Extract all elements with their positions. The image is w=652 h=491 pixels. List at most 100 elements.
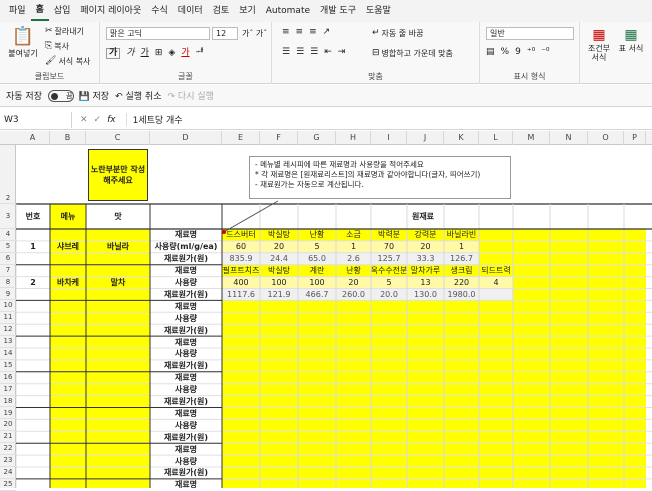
outdent-icon[interactable]: ⇥ [338, 48, 346, 57]
row-header-23[interactable]: 23 [0, 455, 16, 467]
material-input-cell[interactable] [479, 455, 513, 467]
material-input-cell[interactable] [371, 312, 407, 325]
material-input-cell[interactable] [222, 312, 260, 325]
material-input-cell[interactable] [444, 419, 479, 432]
material-input-cell[interactable] [260, 419, 298, 432]
align-left-icon[interactable]: ☰ [282, 48, 290, 57]
row-label[interactable]: 사용량 [150, 419, 222, 431]
material-input-cell[interactable] [371, 431, 407, 444]
menu-tab-2[interactable]: 삽입 [49, 0, 76, 22]
material-input-cell[interactable] [513, 359, 550, 372]
row-header-14[interactable]: 14 [0, 348, 16, 360]
comma-icon[interactable]: 9 [515, 48, 521, 57]
material-input-cell[interactable] [550, 478, 588, 488]
phonetic-icon[interactable]: ᅫ [196, 49, 204, 58]
menu-tab-5[interactable]: 데이터 [173, 0, 208, 22]
material-input-cell[interactable] [222, 478, 260, 488]
material-input-cell[interactable] [550, 467, 588, 479]
ingredient-name[interactable]: 되드트력 [479, 264, 513, 277]
material-input-cell[interactable] [479, 443, 513, 456]
material-input-cell[interactable] [513, 276, 550, 289]
row-header-22[interactable]: 22 [0, 443, 16, 456]
material-input-cell[interactable] [479, 312, 513, 325]
cancel-icon[interactable]: ✕ [80, 115, 88, 125]
material-input-cell[interactable] [588, 324, 624, 337]
material-input-cell[interactable] [260, 312, 298, 325]
ingredient-name[interactable]: 난황 [298, 229, 336, 241]
material-input-cell[interactable] [550, 455, 588, 467]
menu-cell[interactable]: 샤브레 [50, 229, 86, 265]
material-input-cell[interactable] [407, 336, 444, 348]
row-header-6[interactable]: 6 [0, 253, 16, 265]
undo-button[interactable]: ↶ 실행 취소 [115, 89, 161, 102]
material-input-cell[interactable] [298, 395, 336, 408]
material-input-cell[interactable] [407, 467, 444, 479]
material-input-cell[interactable] [513, 240, 550, 253]
menu-cell[interactable] [50, 336, 86, 372]
ingredient-name[interactable]: 난황 [336, 264, 371, 277]
material-input-cell[interactable] [550, 324, 588, 337]
material-input-cell[interactable] [588, 336, 624, 348]
material-input-cell[interactable] [260, 431, 298, 444]
material-input-cell[interactable] [298, 467, 336, 479]
row-header-21[interactable]: 21 [0, 431, 16, 444]
material-input-cell[interactable] [513, 395, 550, 408]
underline-icon[interactable]: 가 [141, 49, 149, 58]
menu-tab-6[interactable]: 검토 [208, 0, 235, 22]
ingredient-name[interactable]: 바닐라빈 [444, 229, 479, 241]
ingredient-cost[interactable]: 130.0 [407, 288, 444, 301]
increase-decimal-icon[interactable]: ⁺⁰ [527, 48, 535, 57]
currency-icon[interactable]: ▤ [486, 48, 495, 57]
material-input-cell[interactable] [624, 467, 646, 479]
material-input-cell[interactable] [260, 348, 298, 360]
material-input-cell[interactable] [407, 359, 444, 372]
column-header-D[interactable]: D [150, 131, 222, 145]
ingredient-cost[interactable]: 125.7 [371, 252, 407, 265]
decrease-decimal-icon[interactable]: ⁻⁰ [541, 48, 549, 57]
ingredient-name[interactable]: 박실탕 [260, 264, 298, 277]
ingredient-cost[interactable]: 20.0 [371, 288, 407, 301]
material-input-cell[interactable] [479, 300, 513, 313]
material-input-cell[interactable] [588, 300, 624, 313]
header-taste[interactable]: 맛 [86, 204, 150, 229]
ingredient-name[interactable]: 드스버터 [222, 229, 260, 241]
material-input-cell[interactable] [624, 312, 646, 325]
material-input-cell[interactable] [513, 371, 550, 384]
column-header-O[interactable]: O [588, 131, 624, 145]
menu-cell[interactable] [50, 443, 86, 479]
material-input-cell[interactable] [222, 407, 260, 420]
material-input-cell[interactable] [371, 336, 407, 348]
material-input-cell[interactable] [222, 348, 260, 360]
material-input-cell[interactable] [550, 276, 588, 289]
menu-tab-9[interactable]: 개발 도구 [315, 0, 361, 22]
material-input-cell[interactable] [444, 395, 479, 408]
column-header-H[interactable]: H [336, 131, 371, 145]
column-header-I[interactable]: I [371, 131, 407, 145]
ingredient-cost[interactable]: 260.0 [336, 288, 371, 301]
material-input-cell[interactable] [479, 359, 513, 372]
taste-cell[interactable] [86, 336, 150, 372]
menu-tab-7[interactable]: 보기 [234, 0, 261, 22]
ingredient-name[interactable]: 강력분 [407, 229, 444, 241]
material-input-cell[interactable] [336, 467, 371, 479]
row-header-15[interactable]: 15 [0, 360, 16, 372]
orientation-icon[interactable]: ↗ [323, 28, 331, 37]
material-input-cell[interactable] [260, 407, 298, 420]
material-input-cell[interactable] [407, 455, 444, 467]
ingredient-name[interactable]: 생크림 [444, 264, 479, 277]
ingredient-qty[interactable]: 5 [371, 276, 407, 289]
material-input-cell[interactable] [588, 264, 624, 277]
material-input-cell[interactable] [624, 407, 646, 420]
row-label[interactable]: 사용량 [150, 348, 222, 360]
material-input-cell[interactable] [588, 359, 624, 372]
material-input-cell[interactable] [222, 395, 260, 408]
taste-cell[interactable] [86, 443, 150, 479]
material-input-cell[interactable] [624, 252, 646, 265]
material-input-cell[interactable] [260, 371, 298, 384]
align-top-icon[interactable]: ≡ [282, 28, 290, 37]
row-header-5[interactable]: 5 [0, 241, 16, 253]
material-input-cell[interactable] [298, 383, 336, 396]
ingredient-qty[interactable]: 20 [336, 276, 371, 289]
material-input-cell[interactable] [407, 371, 444, 384]
material-input-cell[interactable] [444, 359, 479, 372]
